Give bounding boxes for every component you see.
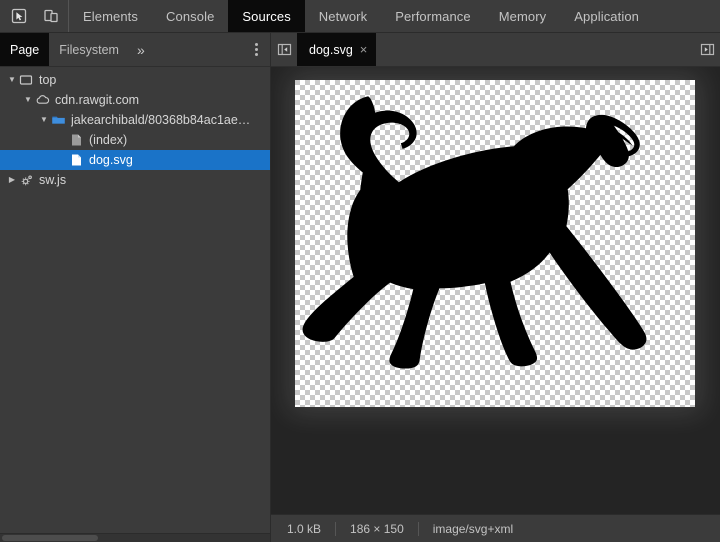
editor-tab-label: dog.svg — [309, 42, 353, 57]
cloud-icon — [34, 92, 50, 108]
more-options-icon[interactable] — [251, 39, 262, 60]
document-icon — [68, 132, 84, 148]
file-icon — [68, 152, 84, 168]
tree-item-sw-js[interactable]: ▶ sw.js — [0, 170, 270, 190]
tab-sources[interactable]: Sources — [228, 0, 305, 32]
devtools-main-toolbar: Elements Console Sources Network Perform… — [0, 0, 720, 33]
inspect-element-icon[interactable] — [8, 5, 30, 27]
tree-item-folder[interactable]: ▼ jakearchibald/80368b84ac1ae… — [0, 110, 270, 130]
image-preview-area — [271, 67, 720, 514]
secondary-toolbar-row: Page Filesystem » dog.svg × — [0, 33, 720, 67]
chevron-right-icon[interactable]: ▶ — [6, 176, 18, 184]
image-dimensions-label: 186 × 150 — [350, 521, 404, 536]
navigator-tab-filesystem[interactable]: Filesystem — [49, 33, 129, 66]
tab-console[interactable]: Console — [152, 0, 228, 32]
navigator-toolbar: Page Filesystem » — [0, 33, 271, 67]
chevron-down-icon[interactable]: ▼ — [22, 96, 34, 104]
editor-content: 1.0 kB 186 × 150 image/svg+xml — [271, 67, 720, 542]
panel-tab-list: Elements Console Sources Network Perform… — [69, 0, 720, 32]
frame-icon — [18, 72, 34, 88]
toolbar-icon-group — [0, 0, 69, 32]
tree-item-label: (index) — [89, 133, 128, 147]
scrollbar-thumb[interactable] — [2, 535, 98, 541]
show-navigator-icon[interactable] — [271, 33, 297, 66]
image-preview — [295, 80, 695, 407]
devtools-body: ▼ top ▼ cdn.rawgit.com ▼ jakearchibald/8… — [0, 67, 720, 542]
image-status-bar: 1.0 kB 186 × 150 image/svg+xml — [271, 514, 720, 542]
tree-item-label: sw.js — [39, 173, 67, 187]
mime-type-label: image/svg+xml — [432, 521, 514, 536]
navigator-sidebar: ▼ top ▼ cdn.rawgit.com ▼ jakearchibald/8… — [0, 67, 271, 542]
sidebar-horizontal-scrollbar[interactable] — [0, 533, 270, 542]
tree-item-cdn-rawgit-com[interactable]: ▼ cdn.rawgit.com — [0, 90, 270, 110]
folder-icon — [50, 112, 66, 128]
status-divider — [335, 521, 337, 536]
tree-item-top[interactable]: ▼ top — [0, 70, 270, 90]
tree-item-label: cdn.rawgit.com — [55, 93, 140, 107]
black-cat-silhouette — [302, 96, 647, 369]
tab-performance[interactable]: Performance — [381, 0, 485, 32]
service-worker-icon — [18, 172, 34, 188]
tab-application[interactable]: Application — [560, 0, 653, 32]
file-size-label: 1.0 kB — [287, 521, 322, 536]
tab-network[interactable]: Network — [305, 0, 381, 32]
close-icon[interactable]: × — [360, 43, 368, 56]
file-tree: ▼ top ▼ cdn.rawgit.com ▼ jakearchibald/8… — [0, 67, 270, 542]
tree-item-label: top — [39, 73, 57, 87]
tree-item-index[interactable]: ▶ (index) — [0, 130, 270, 150]
chevron-down-icon[interactable]: ▼ — [38, 116, 50, 124]
device-toolbar-icon[interactable] — [40, 5, 62, 27]
chevron-double-right-icon[interactable]: » — [129, 33, 153, 66]
tree-item-label: jakearchibald/80368b84ac1ae… — [71, 113, 251, 127]
editor-tabbar-spacer — [376, 33, 694, 66]
tab-memory[interactable]: Memory — [485, 0, 561, 32]
editor-tab-dog-svg[interactable]: dog.svg × — [297, 33, 377, 66]
chevron-down-icon[interactable]: ▼ — [6, 76, 18, 84]
tree-item-label: dog.svg — [89, 153, 133, 167]
tab-elements[interactable]: Elements — [69, 0, 152, 32]
devtools-window: Elements Console Sources Network Perform… — [0, 0, 720, 542]
navigator-tab-page[interactable]: Page — [0, 33, 50, 66]
tree-item-dog-svg[interactable]: ▶ dog.svg — [0, 150, 270, 170]
show-debugger-icon[interactable] — [694, 33, 720, 66]
editor-tab-bar: dog.svg × — [271, 33, 720, 67]
status-divider — [417, 521, 419, 536]
